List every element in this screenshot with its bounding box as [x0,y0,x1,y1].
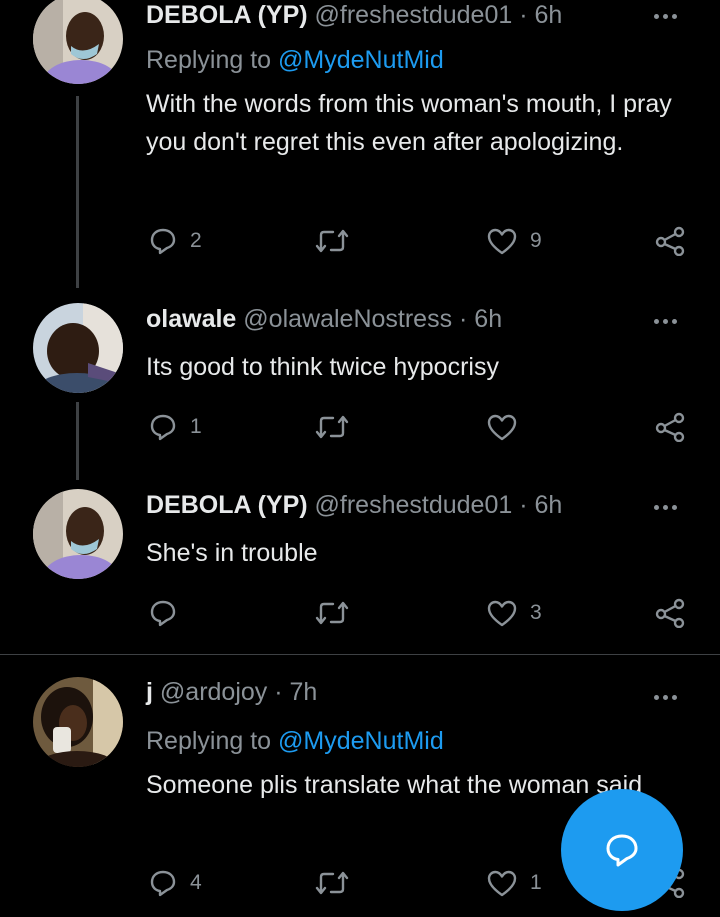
reply-count: 2 [190,229,202,252]
like-button[interactable]: 9 [486,226,542,256]
avatar[interactable] [33,303,123,393]
reply-icon [150,228,176,255]
handle-and-time[interactable]: @freshestdude01 · 6h [315,491,563,519]
display-name[interactable]: DEBOLA (YP) [146,1,308,29]
replying-to-label: Replying to [146,727,279,755]
retweet-icon [315,229,349,253]
share-button[interactable] [654,598,686,628]
reply-button[interactable]: 1 [148,412,202,442]
tweet-header: DEBOLA (YP) @freshestdude01 · 6h [146,1,562,30]
thread-line [76,96,79,288]
replying-to-label: Replying to [146,46,279,74]
like-button[interactable]: 3 [486,598,542,628]
tweet[interactable]: DEBOLA (YP) @freshestdude01 · 6h She's i… [0,486,720,654]
like-button[interactable]: 1 [486,868,542,898]
tweet[interactable]: DEBOLA (YP) @freshestdude01 · 6h Replyin… [0,0,720,300]
retweet-icon [315,601,349,625]
avatar[interactable] [33,677,123,767]
handle-and-time[interactable]: @olawaleNostress · 6h [243,305,502,333]
avatar[interactable] [33,489,123,579]
tweet-text: Its good to think twice hypocrisy [146,353,499,381]
like-count: 1 [530,871,542,894]
reply-button[interactable] [148,598,190,628]
tweet-header: olawale @olawaleNostress · 6h [146,305,502,334]
reply-button[interactable]: 4 [148,868,202,898]
share-icon [655,598,685,628]
share-icon [655,412,685,442]
handle-and-time[interactable]: @ardojoy · 7h [160,678,317,706]
replying-to-handle[interactable]: @MydeNutMid [278,46,444,74]
more-options-icon[interactable] [654,695,677,700]
reply-icon [150,600,176,627]
retweet-button[interactable] [314,868,350,898]
compose-reply-icon [606,834,638,867]
thread-divider [0,654,720,655]
tweet-text: Someone plis translate what the woman sa… [146,771,643,799]
tweet[interactable]: olawale @olawaleNostress · 6h Its good t… [0,300,720,480]
like-count: 9 [530,229,542,252]
retweet-button[interactable] [314,598,350,628]
tweet-text: With the words from this woman's mouth, … [146,90,672,156]
compose-reply-button[interactable] [561,789,683,911]
reply-count: 4 [190,871,202,894]
share-button[interactable] [654,226,686,256]
avatar[interactable] [33,0,123,84]
share-button[interactable] [654,412,686,442]
reply-count: 1 [190,415,202,438]
heart-icon [487,228,517,255]
more-options-icon[interactable] [654,319,677,324]
heart-icon [487,600,517,627]
like-count: 3 [530,601,542,624]
display-name[interactable]: j [146,678,153,706]
retweet-icon [315,415,349,439]
retweet-icon [315,871,349,895]
heart-icon [487,870,517,897]
display-name[interactable]: DEBOLA (YP) [146,491,308,519]
replying-to-handle[interactable]: @MydeNutMid [278,727,444,755]
tweet-header: j @ardojoy · 7h [146,678,317,707]
retweet-button[interactable] [314,412,350,442]
tweet-header: DEBOLA (YP) @freshestdude01 · 6h [146,491,562,520]
thread-line [76,402,79,480]
handle-and-time[interactable]: @freshestdude01 · 6h [315,1,563,29]
reply-icon [150,414,176,441]
heart-icon [487,414,517,441]
like-button[interactable] [486,412,530,442]
display-name[interactable]: olawale [146,305,236,333]
replying-to: Replying to @MydeNutMid [146,727,444,756]
tweet-text: She's in trouble [146,539,318,567]
retweet-button[interactable] [314,226,350,256]
reply-icon [150,870,176,897]
replying-to: Replying to @MydeNutMid [146,46,444,75]
reply-button[interactable]: 2 [148,226,202,256]
more-options-icon[interactable] [654,14,677,19]
more-options-icon[interactable] [654,505,677,510]
share-icon [655,226,685,256]
